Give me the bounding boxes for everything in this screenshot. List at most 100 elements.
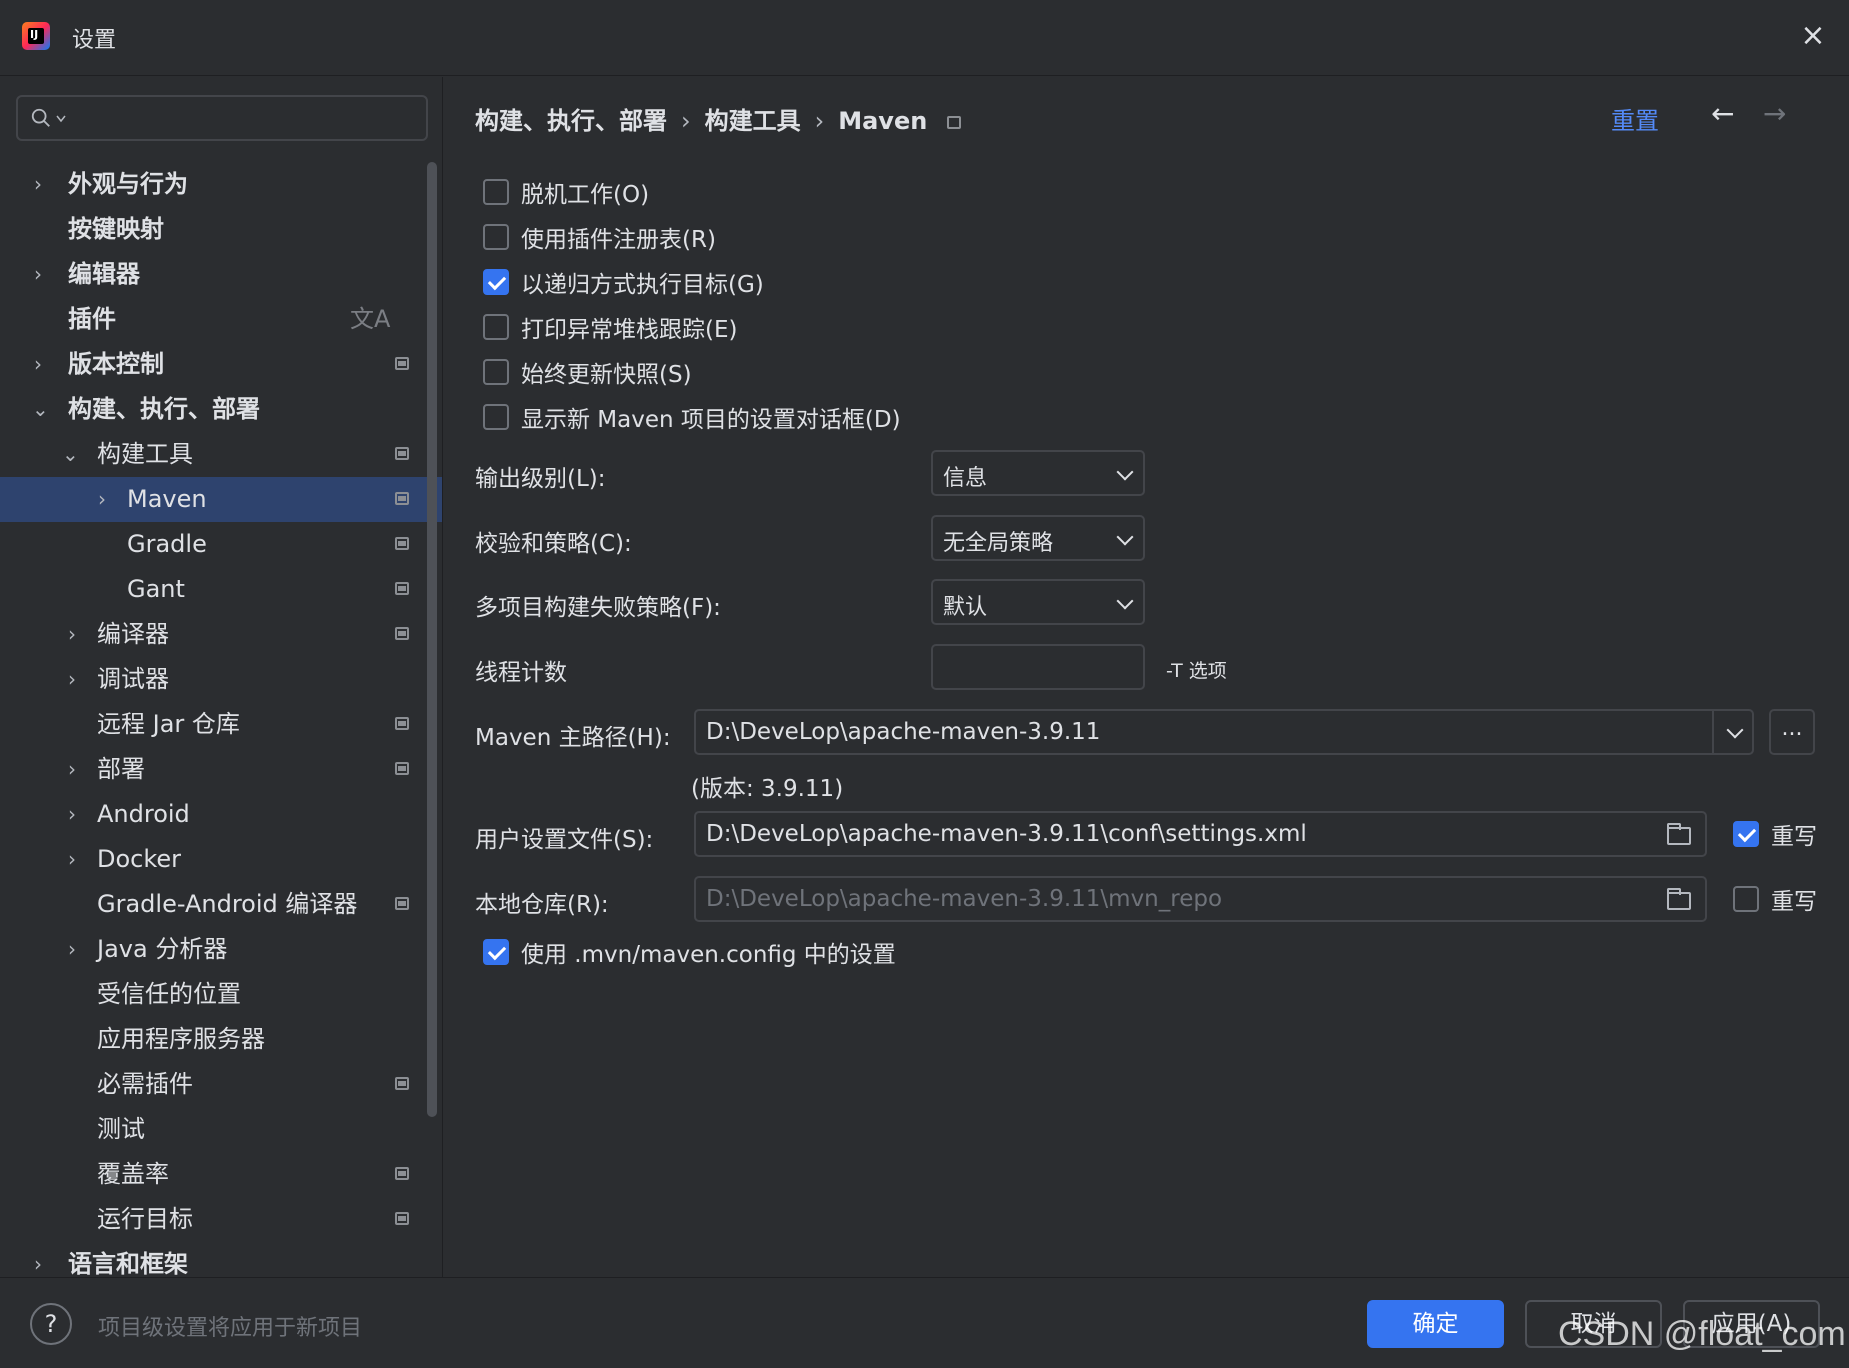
chevron-right-icon[interactable]: ›: [68, 837, 88, 882]
checkbox-box[interactable]: [483, 269, 509, 295]
checksum-policy-label: 校验和策略(C):: [475, 531, 632, 557]
chevron-right-icon[interactable]: ›: [68, 792, 88, 837]
checkbox-box[interactable]: [1733, 886, 1759, 912]
tree-item-java-profiler[interactable]: › Java 分析器: [0, 927, 442, 972]
chevron-right-icon[interactable]: ›: [34, 252, 54, 297]
tree-item-docker[interactable]: › Docker: [0, 837, 442, 882]
update-snapshots-checkbox[interactable]: 始终更新快照(S): [483, 352, 692, 392]
maven-version-label: (版本: 3.9.11): [691, 776, 844, 802]
thread-count-hint: -T 选项: [1166, 660, 1227, 682]
project-scope-icon: [395, 1077, 409, 1090]
reset-link[interactable]: 重置: [1611, 101, 1659, 136]
forward-arrow-icon[interactable]: →: [1763, 97, 1786, 130]
tree-item-label: 远程 Jar 仓库: [97, 710, 240, 738]
maven-home-input[interactable]: D:\DeveLop\apache-maven-3.9.11: [694, 709, 1754, 755]
tree-item-label: Docker: [97, 845, 182, 873]
show-settings-dialog-checkbox[interactable]: 显示新 Maven 项目的设置对话框(D): [483, 397, 901, 437]
footer-note: 项目级设置将应用于新项目: [98, 1316, 363, 1341]
search-options-chevron-icon[interactable]: [56, 115, 66, 123]
offline-checkbox[interactable]: 脱机工作(O): [483, 172, 649, 212]
use-mvn-config-checkbox[interactable]: 使用 .mvn/maven.config 中的设置: [483, 932, 896, 972]
browse-maven-home-button[interactable]: ...: [1769, 709, 1815, 755]
tree-item-label: 应用程序服务器: [97, 1025, 265, 1053]
tree-item-maven[interactable]: › Maven: [0, 477, 442, 522]
user-settings-input[interactable]: D:\DeveLop\apache-maven-3.9.11\conf\sett…: [694, 811, 1707, 857]
tree-item-debugger[interactable]: › 调试器: [0, 657, 442, 702]
ok-button[interactable]: 确定: [1367, 1300, 1504, 1348]
close-button[interactable]: ×: [1795, 18, 1831, 54]
thread-count-input[interactable]: [931, 644, 1145, 690]
output-level-label: 输出级别(L):: [475, 466, 606, 492]
tree-item-required-plugins[interactable]: 必需插件: [0, 1062, 442, 1107]
project-scope-icon: [395, 717, 409, 730]
checkbox-box[interactable]: [483, 359, 509, 385]
tree-item-coverage[interactable]: 覆盖率: [0, 1152, 442, 1197]
tree-item-editor[interactable]: › 编辑器: [0, 252, 442, 297]
multiproject-fail-select[interactable]: 默认: [931, 579, 1145, 625]
chevron-right-icon[interactable]: ›: [68, 747, 88, 792]
recursive-goals-checkbox[interactable]: 以递归方式执行目标(G): [483, 262, 764, 302]
chevron-right-icon[interactable]: ›: [98, 477, 118, 522]
chevron-right-icon[interactable]: ›: [68, 927, 88, 972]
local-repo-override-checkbox[interactable]: 重写: [1733, 879, 1817, 919]
tree-item-label: 必需插件: [97, 1070, 193, 1098]
checkbox-box[interactable]: [483, 179, 509, 205]
translate-icon: 文A: [350, 305, 391, 333]
tree-item-appearance[interactable]: › 外观与行为: [0, 162, 442, 207]
tree-item-compiler[interactable]: › 编译器: [0, 612, 442, 657]
tree-item-testing[interactable]: 测试: [0, 1107, 442, 1152]
help-button[interactable]: ?: [30, 1303, 72, 1345]
checksum-policy-select[interactable]: 无全局策略: [931, 515, 1145, 561]
tree-item-label: 部署: [97, 755, 145, 783]
project-scope-icon: [395, 447, 409, 460]
breadcrumb-item[interactable]: 构建工具: [705, 107, 801, 135]
tree-item-remote-jar[interactable]: 远程 Jar 仓库: [0, 702, 442, 747]
folder-icon[interactable]: [1667, 823, 1691, 845]
chevron-right-icon[interactable]: ›: [34, 162, 54, 207]
tree-item-app-servers[interactable]: 应用程序服务器: [0, 1017, 442, 1062]
checkbox-box[interactable]: [483, 404, 509, 430]
tree-item-label: Gradle-Android 编译器: [97, 890, 358, 918]
plugin-registry-checkbox[interactable]: 使用插件注册表(R): [483, 217, 716, 257]
tree-item-trusted-locations[interactable]: 受信任的位置: [0, 972, 442, 1017]
back-arrow-icon[interactable]: ←: [1711, 97, 1734, 130]
tree-item-run-targets[interactable]: 运行目标: [0, 1197, 442, 1242]
tree-item-label: 按键映射: [68, 215, 164, 243]
tree-item-gradle-android-compiler[interactable]: Gradle-Android 编译器: [0, 882, 442, 927]
tree-item-plugins[interactable]: 插件 文A: [0, 297, 442, 342]
tree-item-gradle[interactable]: Gradle: [0, 522, 442, 567]
chevron-down-icon: [1116, 528, 1134, 546]
sidebar-scrollbar[interactable]: [427, 162, 437, 1117]
checkbox-box[interactable]: [1733, 821, 1759, 847]
tree-item-build-tools[interactable]: ⌄ 构建工具: [0, 432, 442, 477]
tree-item-keymap[interactable]: 按键映射: [0, 207, 442, 252]
chevron-down-icon[interactable]: ⌄: [62, 432, 82, 477]
local-repo-input[interactable]: D:\DeveLop\apache-maven-3.9.11\mvn_repo: [694, 876, 1707, 922]
output-level-select[interactable]: 信息: [931, 450, 1145, 496]
tree-item-deployment[interactable]: › 部署: [0, 747, 442, 792]
chevron-right-icon[interactable]: ›: [68, 657, 88, 702]
project-scope-icon: [395, 492, 409, 505]
tree-item-vcs[interactable]: › 版本控制: [0, 342, 442, 387]
checkbox-box[interactable]: [483, 939, 509, 965]
settings-search-input[interactable]: [16, 95, 428, 141]
chevron-right-icon[interactable]: ›: [34, 342, 54, 387]
tree-item-label: Maven: [127, 485, 207, 513]
folder-icon[interactable]: [1667, 888, 1691, 910]
tree-item-label: 外观与行为: [68, 170, 188, 198]
cancel-button[interactable]: 取消: [1525, 1300, 1662, 1348]
print-stack-trace-checkbox[interactable]: 打印异常堆栈跟踪(E): [483, 307, 737, 347]
breadcrumb-item[interactable]: 构建、执行、部署: [475, 107, 667, 135]
project-scope-icon: [395, 1167, 409, 1180]
apply-button[interactable]: 应用(A): [1683, 1300, 1820, 1348]
chevron-right-icon[interactable]: ›: [68, 612, 88, 657]
checkbox-box[interactable]: [483, 224, 509, 250]
breadcrumb-item: Maven: [838, 107, 928, 135]
tree-item-gant[interactable]: Gant: [0, 567, 442, 612]
tree-item-build-exec-deploy[interactable]: ⌄ 构建、执行、部署: [0, 387, 442, 432]
settings-sidebar: › 外观与行为 按键映射 › 编辑器 插件 文A › 版本控制 ⌄ 构建、执行、…: [0, 77, 442, 1278]
checkbox-box[interactable]: [483, 314, 509, 340]
tree-item-android[interactable]: › Android: [0, 792, 442, 837]
chevron-down-icon[interactable]: ⌄: [32, 387, 52, 432]
user-settings-override-checkbox[interactable]: 重写: [1733, 814, 1817, 854]
